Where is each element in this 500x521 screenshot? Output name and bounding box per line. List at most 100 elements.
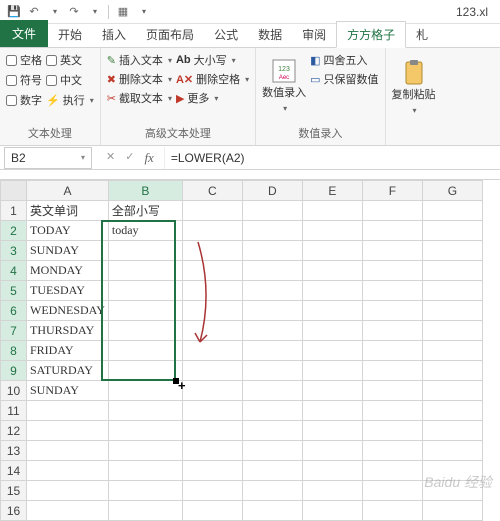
cell[interactable]	[302, 441, 362, 461]
cell[interactable]	[242, 341, 302, 361]
tab-insert[interactable]: 插入	[92, 22, 136, 47]
redo-dropdown[interactable]	[86, 4, 102, 20]
btn-delete-space[interactable]: A✕删除空格	[176, 71, 249, 87]
cell[interactable]	[182, 301, 242, 321]
cell[interactable]	[362, 321, 422, 341]
cell[interactable]	[242, 241, 302, 261]
cell[interactable]	[302, 321, 362, 341]
tab-review[interactable]: 审阅	[292, 22, 336, 47]
fill-handle[interactable]	[173, 378, 179, 384]
cell[interactable]	[302, 221, 362, 241]
cell[interactable]	[422, 481, 482, 501]
cell[interactable]	[108, 461, 182, 481]
cell[interactable]	[362, 401, 422, 421]
cell[interactable]	[242, 361, 302, 381]
cell[interactable]	[302, 261, 362, 281]
row-header[interactable]: 1	[1, 201, 27, 221]
cell[interactable]	[422, 441, 482, 461]
tab-extra[interactable]: 札	[406, 22, 438, 47]
row-header[interactable]: 10	[1, 381, 27, 401]
cell[interactable]	[182, 281, 242, 301]
cell[interactable]	[362, 221, 422, 241]
cell[interactable]	[27, 421, 109, 441]
cell[interactable]: TUESDAY	[27, 281, 109, 301]
tab-fanggezi[interactable]: 方方格子	[336, 21, 406, 48]
cell[interactable]	[242, 321, 302, 341]
paste-dropdown[interactable]	[411, 104, 417, 116]
cell[interactable]	[422, 341, 482, 361]
cell[interactable]	[422, 241, 482, 261]
tab-page-layout[interactable]: 页面布局	[136, 22, 204, 47]
spreadsheet-grid[interactable]: A B C D E F G 1 英文单词 全部小写 2 TODAY today …	[0, 180, 500, 521]
cell[interactable]	[302, 401, 362, 421]
enter-icon[interactable]: ✓	[125, 150, 134, 166]
cell[interactable]	[362, 241, 422, 261]
btn-round[interactable]: ◧四舍五入	[310, 52, 378, 68]
qat-customize[interactable]	[135, 4, 151, 20]
cell[interactable]	[182, 201, 242, 221]
cell[interactable]	[422, 281, 482, 301]
fx-icon[interactable]: fx	[144, 150, 153, 166]
cell[interactable]: SUNDAY	[27, 381, 109, 401]
cell[interactable]	[362, 381, 422, 401]
cell[interactable]	[108, 481, 182, 501]
chk-number[interactable]: 数字	[6, 92, 42, 108]
cell[interactable]	[362, 261, 422, 281]
col-header-E[interactable]: E	[302, 181, 362, 201]
cell[interactable]	[108, 241, 182, 261]
tab-data[interactable]: 数据	[248, 22, 292, 47]
cell[interactable]	[422, 201, 482, 221]
col-header-B[interactable]: B	[108, 181, 182, 201]
cell[interactable]	[362, 281, 422, 301]
cell[interactable]	[422, 321, 482, 341]
row-header[interactable]: 6	[1, 301, 27, 321]
cell[interactable]	[108, 501, 182, 521]
numeric-dropdown[interactable]	[281, 102, 287, 114]
cell[interactable]: 全部小写	[108, 201, 182, 221]
cell[interactable]	[422, 381, 482, 401]
cell[interactable]	[182, 421, 242, 441]
cell[interactable]	[302, 361, 362, 381]
row-header[interactable]: 11	[1, 401, 27, 421]
cancel-icon[interactable]: ✕	[106, 150, 115, 166]
btn-copy-paste[interactable]: 复制粘贴	[392, 52, 436, 123]
cell[interactable]	[108, 261, 182, 281]
row-header[interactable]: 3	[1, 241, 27, 261]
cell[interactable]	[242, 461, 302, 481]
cell[interactable]	[422, 501, 482, 521]
btn-delete-text[interactable]: ✖删除文本	[107, 71, 172, 87]
cell[interactable]	[362, 361, 422, 381]
cell[interactable]	[27, 441, 109, 461]
cell[interactable]	[27, 501, 109, 521]
cell[interactable]	[108, 301, 182, 321]
cell[interactable]	[182, 481, 242, 501]
cell[interactable]: MONDAY	[27, 261, 109, 281]
cell[interactable]	[242, 221, 302, 241]
cell[interactable]	[182, 381, 242, 401]
btn-extract-text[interactable]: ✂截取文本	[107, 90, 172, 106]
cell[interactable]	[108, 341, 182, 361]
cell[interactable]	[422, 401, 482, 421]
addin-icon[interactable]: ▦	[115, 4, 131, 20]
cell[interactable]	[182, 321, 242, 341]
cell[interactable]	[182, 461, 242, 481]
row-header[interactable]: 13	[1, 441, 27, 461]
cell[interactable]: today	[108, 221, 182, 241]
cell[interactable]	[302, 201, 362, 221]
cell[interactable]	[362, 201, 422, 221]
formula-input[interactable]: =LOWER(A2)	[164, 147, 500, 169]
row-header[interactable]: 14	[1, 461, 27, 481]
cell[interactable]	[182, 341, 242, 361]
row-header[interactable]: 12	[1, 421, 27, 441]
cell[interactable]	[108, 281, 182, 301]
cell[interactable]	[422, 301, 482, 321]
cell[interactable]	[422, 261, 482, 281]
cell[interactable]	[27, 401, 109, 421]
row-header[interactable]: 2	[1, 221, 27, 241]
cell[interactable]	[302, 301, 362, 321]
select-all-corner[interactable]	[1, 181, 27, 201]
cell[interactable]	[182, 501, 242, 521]
cell[interactable]	[302, 281, 362, 301]
chk-symbol[interactable]: 符号	[6, 72, 42, 88]
cell[interactable]	[302, 461, 362, 481]
